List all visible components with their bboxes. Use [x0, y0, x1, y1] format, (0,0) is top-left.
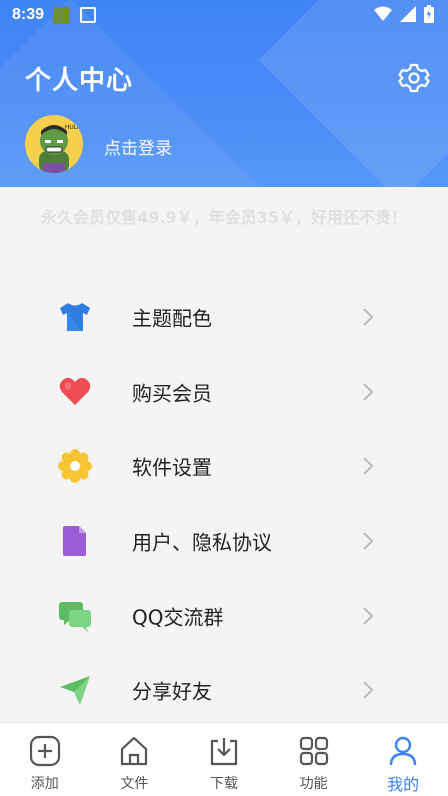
chat-icon [59, 601, 91, 632]
profile-page: 8:39 个人中心 HULK 点击登录 永久会员仅售49.9￥，年会员35￥，好… [0, 0, 448, 796]
menu-item-label: 主题配色 [132, 306, 212, 331]
menu-item-label: 购买会员 [132, 381, 212, 406]
document-icon [63, 526, 86, 557]
user-icon [389, 736, 417, 766]
nav-label: 功能 [299, 776, 328, 792]
app-notification-icon [53, 7, 70, 24]
settings-gear-icon[interactable] [398, 62, 430, 94]
wifi-icon [374, 6, 392, 21]
nav-label: 文件 [120, 776, 149, 792]
hulk-avatar-icon: HULK [25, 115, 83, 173]
profile-header: 8:39 个人中心 HULK 点击登录 [0, 0, 448, 187]
settings-menu: 主题配色 购买会员 软件设置 用户、隐私协议 QQ交流群 分享好友 [0, 280, 448, 728]
heart-icon [59, 377, 91, 405]
signal-icon [400, 6, 416, 22]
nav-profile[interactable]: 我的 [358, 723, 448, 796]
chevron-right-icon [363, 457, 374, 476]
tshirt-icon [60, 303, 90, 332]
home-icon [121, 736, 148, 766]
status-bar: 8:39 [0, 0, 448, 32]
page-title: 个人中心 [25, 66, 134, 96]
login-link[interactable]: 点击登录 [104, 134, 172, 159]
menu-item-share[interactable]: 分享好友 [0, 653, 448, 728]
nav-label: 下载 [209, 776, 238, 792]
menu-item-privacy[interactable]: 用户、隐私协议 [0, 504, 448, 579]
send-icon [60, 676, 90, 706]
chevron-right-icon [363, 681, 374, 699]
menu-item-qq-group[interactable]: QQ交流群 [0, 578, 448, 653]
app-notification-icon [80, 7, 96, 23]
nav-files[interactable]: 文件 [90, 723, 180, 796]
gear-flower-icon [58, 449, 92, 484]
add-icon [29, 735, 60, 767]
chevron-right-icon [363, 532, 374, 550]
download-icon [210, 738, 238, 766]
avatar[interactable]: HULK [25, 115, 83, 173]
chevron-right-icon [363, 308, 374, 327]
grid-icon [299, 736, 328, 766]
chevron-right-icon [363, 383, 374, 401]
battery-icon [424, 5, 434, 23]
menu-item-label: 分享好友 [132, 679, 212, 704]
bottom-navigation: 添加 文件 下载 功能 我的 [0, 722, 448, 796]
status-icons [374, 5, 434, 23]
menu-item-label: 软件设置 [132, 455, 212, 480]
status-time: 8:39 [12, 6, 45, 23]
menu-item-membership[interactable]: 购买会员 [0, 355, 448, 430]
nav-label: 添加 [30, 776, 59, 792]
nav-add[interactable]: 添加 [0, 723, 90, 796]
nav-features[interactable]: 功能 [269, 723, 359, 796]
chevron-right-icon [363, 606, 374, 625]
menu-item-settings[interactable]: 软件设置 [0, 429, 448, 504]
nav-label: 我的 [387, 775, 420, 794]
nav-download[interactable]: 下载 [179, 723, 269, 796]
promo-text: 永久会员仅售49.9￥，年会员35￥，好用还不贵！ [41, 208, 407, 227]
menu-item-label: QQ交流群 [132, 605, 224, 630]
menu-item-label: 用户、隐私协议 [132, 530, 272, 555]
menu-item-theme[interactable]: 主题配色 [0, 280, 448, 355]
